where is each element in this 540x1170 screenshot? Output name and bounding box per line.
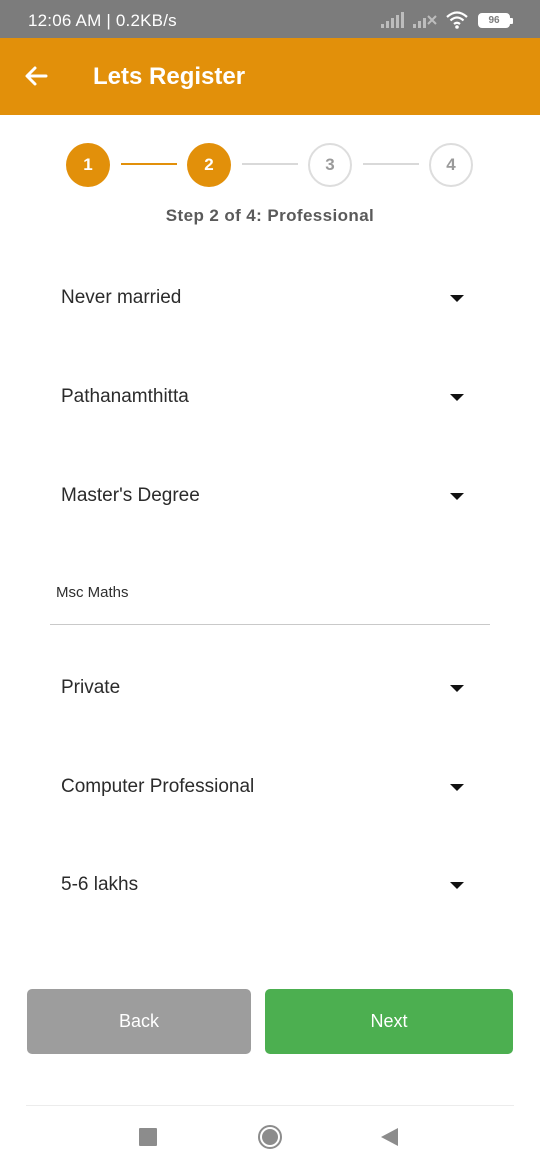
caret-down-icon	[450, 881, 464, 889]
home-circle-icon[interactable]	[258, 1125, 282, 1149]
dropdown-value: Pathanamthitta	[61, 386, 189, 407]
education-dropdown[interactable]: Master's Degree	[61, 476, 471, 516]
system-nav-bar	[0, 1106, 540, 1170]
stepper: 1 2 3 4	[0, 143, 540, 187]
caret-down-icon	[450, 783, 464, 791]
step-caption: Step 2 of 4: Professional	[165, 206, 375, 225]
education-detail-field[interactable]: Msc Maths	[50, 572, 490, 625]
step-2-indicator: 2	[187, 143, 231, 187]
next-button[interactable]: Next	[265, 989, 513, 1054]
caret-down-icon	[450, 393, 464, 401]
district-dropdown[interactable]: Pathanamthitta	[61, 377, 471, 417]
caret-down-icon	[450, 294, 464, 302]
signal-off-icon	[413, 15, 437, 28]
step-4-indicator: 4	[429, 143, 473, 187]
dropdown-value: Never married	[61, 287, 182, 308]
step-connector	[363, 163, 419, 165]
app-bar: Lets Register	[0, 38, 540, 115]
annual-income-dropdown[interactable]: 5-6 lakhs	[61, 865, 471, 905]
status-bar: 12:06 AM | 0.2KB/s 96	[0, 0, 540, 38]
dropdown-value: Private	[61, 677, 121, 698]
caret-down-icon	[450, 492, 464, 500]
employed-in-dropdown[interactable]: Private	[61, 668, 471, 708]
back-triangle-icon[interactable]	[381, 1128, 398, 1146]
education-detail-value: Msc Maths	[56, 584, 129, 601]
arrow-left-icon[interactable]	[20, 60, 52, 92]
status-time: 12:06 AM | 0.2KB/s	[28, 11, 177, 30]
status-icons: 96	[380, 10, 513, 30]
back-button[interactable]: Back	[27, 989, 251, 1054]
wifi-icon	[446, 11, 468, 29]
step-connector	[242, 163, 298, 165]
dropdown-value: 5-6 lakhs	[61, 874, 139, 895]
marital-status-dropdown[interactable]: Never married	[61, 278, 471, 318]
step-connector	[121, 163, 177, 165]
step-1-indicator: 1	[66, 143, 110, 187]
recents-square-icon[interactable]	[139, 1128, 157, 1146]
caret-down-icon	[450, 684, 464, 692]
page-title: Lets Register	[93, 63, 246, 90]
step-3-indicator: 3	[308, 143, 352, 187]
dropdown-value: Master's Degree	[61, 485, 200, 506]
signal-icon	[381, 12, 404, 28]
battery-icon: 96	[478, 12, 513, 28]
dropdown-value: Computer Professional	[61, 776, 255, 797]
occupation-dropdown[interactable]: Computer Professional	[61, 767, 471, 807]
